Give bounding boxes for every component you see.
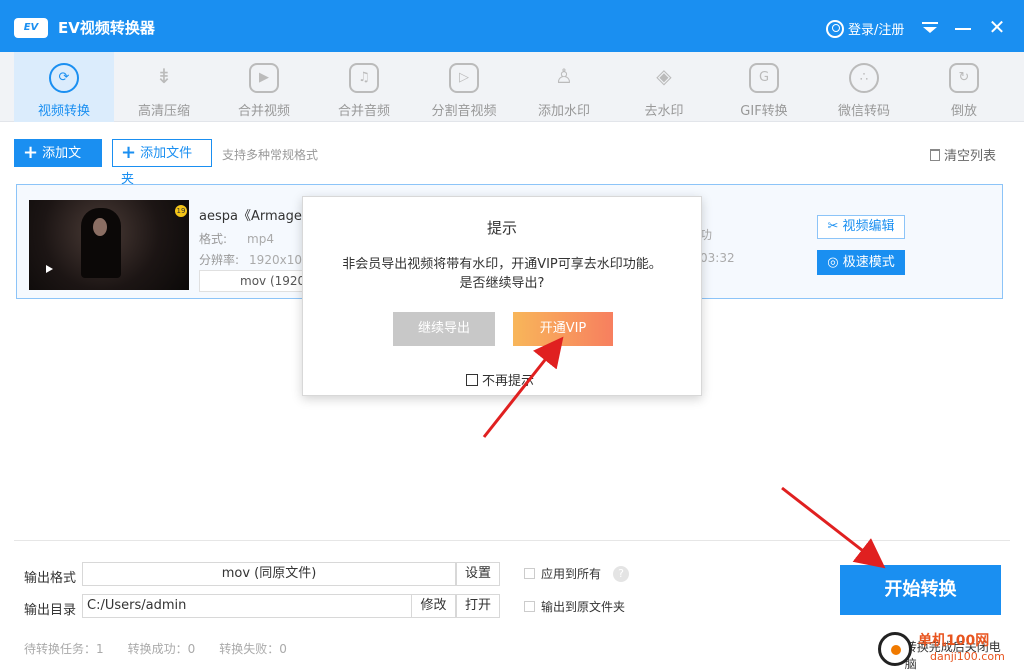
failed-count: 转换失败：0 [219,642,287,656]
site-watermark: 单机100网 danji100.com [878,630,1024,670]
video-edit-button[interactable]: ✂ 视频编辑 [817,215,905,239]
tool-merge-video[interactable]: ▶ 合并视频 [214,52,314,122]
continue-export-button[interactable]: 继续导出 [393,312,495,346]
tool-gif[interactable]: G GIF转换 [714,52,814,122]
pending-count: 待转换任务：1 [24,642,104,656]
close-icon[interactable]: ✕ [988,17,1006,37]
settings-button[interactable]: 设置 [456,562,500,586]
file-resolution: 分辨率: 1920x10 [199,253,302,267]
dont-ask-again-checkbox[interactable]: 不再提示 [466,370,534,389]
file-duration: 03:32 [700,251,735,265]
open-vip-button[interactable]: 开通VIP [513,312,613,346]
modify-button[interactable]: 修改 [411,594,456,618]
login-label: 登录/注册 [848,23,905,38]
stamp-icon: ♙ [555,64,573,88]
checkbox-icon[interactable] [524,568,535,579]
app-logo: EV [14,18,48,38]
speed-icon: ◎ [827,255,843,270]
function-toolbar: ⟳ 视频转换 ⇟ 高清压缩 ▶ 合并视频 ♫ 合并音频 ▷ 分割音视频 ♙ 添加… [0,52,1024,122]
trash-icon [930,148,940,161]
apply-all-checkbox[interactable]: 应用到所有? [524,565,630,582]
gif-icon: G [749,63,779,93]
output-to-source-checkbox[interactable]: 输出到原文件夹 [524,598,625,615]
checkbox-icon[interactable] [524,601,535,612]
compress-icon: ⇟ [155,64,173,88]
minimize-icon[interactable] [955,28,971,30]
output-dir-label: 输出目录 [24,603,77,618]
output-dir-field[interactable]: C:/Users/admin [82,594,412,618]
dialog-title: 提示 [486,219,517,237]
merge-audio-icon: ♫ [349,63,379,93]
drop-icon: ◈ [656,64,672,88]
merge-video-icon: ▶ [249,63,279,93]
clear-list-button[interactable]: 清空列表 [930,145,996,164]
login-button[interactable]: 登录/注册 [826,19,904,38]
tool-add-watermark[interactable]: ♙ 添加水印 [514,52,614,122]
split-icon: ▷ [449,63,479,93]
output-format-field[interactable]: mov (同原文件) [82,562,456,586]
format-hint: 支持多种常规格式 [222,148,319,162]
output-settings: 输出格式 mov (同原文件) 设置 输出目录 C:/Users/admin 修… [14,540,1010,670]
tool-video-convert[interactable]: ⟳ 视频转换 [14,52,114,122]
output-format-select[interactable]: mov (1920x [199,270,309,292]
speed-mode-button[interactable]: ◎ 极速模式 [817,250,905,275]
conversion-stats: 待转换任务：1 转换成功：0 转换失败：0 [24,640,287,657]
watermark-title: 单机100网 [918,633,990,649]
video-thumbnail[interactable]: 19 [29,200,189,290]
prompt-dialog: 提示 非会员导出视频将带有水印，开通VIP可享去水印功能。 是否继续导出? 继续… [302,196,702,396]
plus-icon: + [23,142,39,163]
tool-split[interactable]: ▷ 分割音视频 [414,52,514,122]
watermark-logo-icon [878,632,912,666]
file-name: aespa《Armaged [199,209,311,224]
success-count: 转换成功：0 [127,642,196,656]
add-file-button[interactable]: + 添加文件 [14,139,102,187]
tool-wechat[interactable]: ∴ 微信转码 [814,52,914,122]
tool-remove-watermark[interactable]: ◈ 去水印 [614,52,714,122]
app-title: EV视频转换器 [58,19,155,37]
add-folder-button[interactable]: + 添加文件夹 [112,139,212,187]
wechat-icon: ∴ [849,63,879,93]
file-format: 格式: mp4 [199,232,274,246]
tool-merge-audio[interactable]: ♫ 合并音频 [314,52,414,122]
start-convert-button[interactable]: 开始转换 [840,565,1001,615]
help-icon[interactable]: ? [613,565,630,582]
play-icon[interactable] [46,265,53,273]
open-button[interactable]: 打开 [456,594,500,618]
checkbox-icon[interactable] [466,373,478,386]
tool-hd-compress[interactable]: ⇟ 高清压缩 [114,52,214,122]
output-format-label: 输出格式 [24,571,77,586]
convert-icon: ⟳ [49,63,79,93]
menu-icon[interactable] [922,22,938,34]
user-icon [826,19,844,38]
tool-reverse[interactable]: ↻ 倒放 [914,52,1014,122]
dialog-message: 非会员导出视频将带有水印，开通VIP可享去水印功能。 是否继续导出? [342,257,662,291]
watermark-url: danji100.com [930,650,1005,663]
plus-icon: + [121,142,137,163]
title-bar: EV EV视频转换器 登录/注册 ✕ [0,0,1024,52]
vip-badge-icon: 19 [175,205,187,217]
reverse-icon: ↻ [949,63,979,93]
scissors-icon: ✂ [827,219,843,234]
